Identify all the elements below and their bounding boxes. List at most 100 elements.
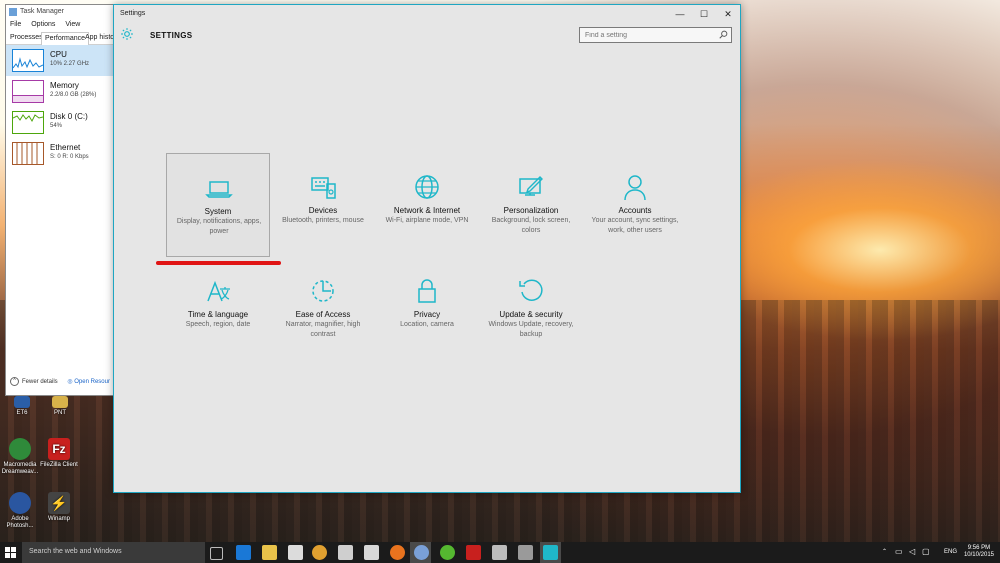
menu-file[interactable]: File — [10, 21, 21, 28]
fewer-details-link[interactable]: Fewer details — [22, 379, 58, 385]
ease-of-access-icon — [312, 280, 334, 302]
winamp-label: Winamp — [47, 516, 70, 522]
taskbar-search-box[interactable]: Search the web and Windows — [22, 542, 205, 563]
window-icon[interactable] — [492, 545, 507, 560]
ethernet-graph — [12, 142, 44, 165]
tile-system[interactable]: System Display, notifications, apps, pow… — [166, 153, 270, 257]
search-icon[interactable] — [719, 30, 728, 39]
memory-label: Memory — [50, 81, 79, 90]
ethernet-label: Ethernet — [50, 143, 81, 152]
network-icon[interactable]: ▭ — [895, 547, 903, 556]
tab-processes[interactable]: Processes — [7, 32, 46, 44]
filezilla-icon: Fz — [48, 438, 70, 460]
clock-date: 10/10/2015 — [963, 552, 994, 558]
language-indicator[interactable]: ENG — [944, 549, 957, 555]
ethernet-value: S: 0 R: 0 Kbps — [50, 154, 89, 160]
chrome-icon[interactable] — [312, 545, 327, 560]
menu-options[interactable]: Options — [31, 21, 55, 28]
cpu-label: CPU — [50, 50, 67, 59]
app-icon[interactable] — [414, 545, 429, 560]
et6-label: ET6 — [16, 410, 28, 416]
desktop-icon-dreamweaver[interactable]: Macromedia Dreamweav... — [0, 438, 42, 476]
menu-view[interactable]: View — [65, 21, 80, 28]
desktop-icon-pnt[interactable]: PNT — [38, 396, 82, 417]
firefox-icon[interactable] — [390, 545, 405, 560]
task-view-icon[interactable] — [210, 547, 223, 560]
close-button[interactable]: ✕ — [715, 6, 741, 22]
tile-system-name: System — [204, 207, 232, 216]
volume-icon[interactable]: ◁ — [909, 547, 915, 556]
desktop-icon-winamp[interactable]: ⚡ Winamp — [37, 492, 81, 523]
media-icon[interactable] — [364, 545, 379, 560]
globe-icon — [415, 175, 439, 199]
find-setting-input[interactable] — [580, 28, 715, 42]
taskbar-search-text: Search the web and Windows — [29, 548, 122, 555]
store-icon[interactable] — [288, 545, 303, 560]
disk-graph — [12, 111, 44, 134]
tile-personalization-desc: Background, lock screen, colors — [491, 217, 571, 234]
file-explorer-icon[interactable] — [262, 545, 277, 560]
tile-time-language-name: Time & language — [187, 310, 249, 319]
desktop-icon-filezilla[interactable]: Fz FileZilla Client — [37, 438, 81, 469]
windows-start-icon[interactable] — [5, 547, 16, 558]
update-icon — [519, 279, 543, 301]
tile-privacy[interactable]: Privacy Location, camera — [375, 257, 479, 361]
maximize-button[interactable]: ☐ — [691, 6, 717, 22]
folder-icon[interactable] — [338, 545, 353, 560]
filezilla-taskbar-icon[interactable] — [466, 545, 481, 560]
tile-system-desc: Display, notifications, apps, power — [176, 218, 262, 235]
memory-graph — [12, 80, 44, 103]
desktop-icon-photoshop[interactable]: Adobe Photosh... — [0, 492, 42, 530]
tile-time-language[interactable]: Time & language Speech, region, date — [166, 257, 270, 361]
open-resource-monitor-link[interactable]: ◎ Open Resour — [67, 379, 110, 385]
settings-gear-icon[interactable] — [543, 545, 558, 560]
tile-privacy-desc: Location, camera — [400, 321, 454, 328]
gray-app-icon[interactable] — [518, 545, 533, 560]
time-language-icon — [207, 280, 230, 302]
tile-accounts[interactable]: Accounts Your account, sync settings, wo… — [583, 153, 687, 257]
devices-icon — [311, 177, 336, 199]
cpu-graph — [12, 49, 44, 72]
tile-devices-desc: Bluetooth, printers, mouse — [282, 217, 364, 224]
tile-update-security[interactable]: Update & security Windows Update, recove… — [479, 257, 583, 361]
task-manager-footer: ^ Fewer details ◎ Open Resour — [10, 377, 110, 386]
tile-personalization-name: Personalization — [503, 206, 559, 215]
minimize-button[interactable]: — — [667, 6, 693, 22]
settings-window[interactable]: Settings — ☐ ✕ SETTINGS System Display, … — [113, 4, 741, 493]
taskbar: Search the web and Windows ⌃ ▭ ◁ ▢ ENG 9… — [0, 542, 1000, 563]
winamp-icon: ⚡ — [48, 492, 70, 514]
filezilla-label: FileZilla Client — [40, 462, 78, 468]
perf-item-cpu[interactable]: CPU 10% 2.27 GHz — [6, 45, 114, 76]
personalization-icon — [519, 176, 543, 196]
notification-icon[interactable]: ▢ — [922, 547, 930, 556]
pnt-label: PNT — [54, 410, 66, 416]
taskbar-clock[interactable]: 9:56 PM 10/10/2015 — [964, 545, 994, 559]
tile-network-internet[interactable]: Network & Internet Wi-Fi, airplane mode,… — [375, 153, 479, 257]
chevron-up-icon: ^ — [10, 377, 19, 386]
green-app-icon[interactable] — [440, 545, 455, 560]
photoshop-icon — [9, 492, 31, 514]
perf-item-memory[interactable]: Memory 2.2/8.0 GB (28%) — [6, 76, 114, 107]
tile-privacy-name: Privacy — [413, 310, 441, 319]
open-resource-label: Open Resour — [74, 379, 110, 386]
dreamweaver-label: Macromedia Dreamweav... — [1, 462, 39, 475]
tile-update-security-desc: Windows Update, recovery, backup — [488, 321, 574, 338]
chevron-up-tray-icon[interactable]: ⌃ — [882, 548, 887, 555]
laptop-icon — [205, 181, 233, 198]
tile-personalization[interactable]: Personalization Background, lock screen,… — [479, 153, 583, 257]
tile-ease-of-access[interactable]: Ease of Access Narrator, magnifier, high… — [271, 257, 375, 361]
pnt-icon — [52, 396, 68, 408]
edge-icon[interactable] — [236, 545, 251, 560]
lock-icon — [418, 279, 436, 303]
tile-accounts-desc: Your account, sync settings, work, other… — [591, 217, 679, 234]
settings-heading: SETTINGS — [150, 31, 193, 40]
tile-devices-name: Devices — [308, 206, 338, 215]
find-setting-box[interactable] — [579, 27, 732, 43]
settings-window-title: Settings — [120, 10, 146, 17]
tile-accounts-name: Accounts — [618, 206, 652, 215]
disk-label: Disk 0 (C:) — [50, 112, 88, 121]
red-underline-annotation — [156, 261, 281, 265]
perf-item-ethernet[interactable]: Ethernet S: 0 R: 0 Kbps — [6, 138, 114, 169]
tile-devices[interactable]: Devices Bluetooth, printers, mouse — [271, 153, 375, 257]
perf-item-disk[interactable]: Disk 0 (C:) 54% — [6, 107, 114, 138]
